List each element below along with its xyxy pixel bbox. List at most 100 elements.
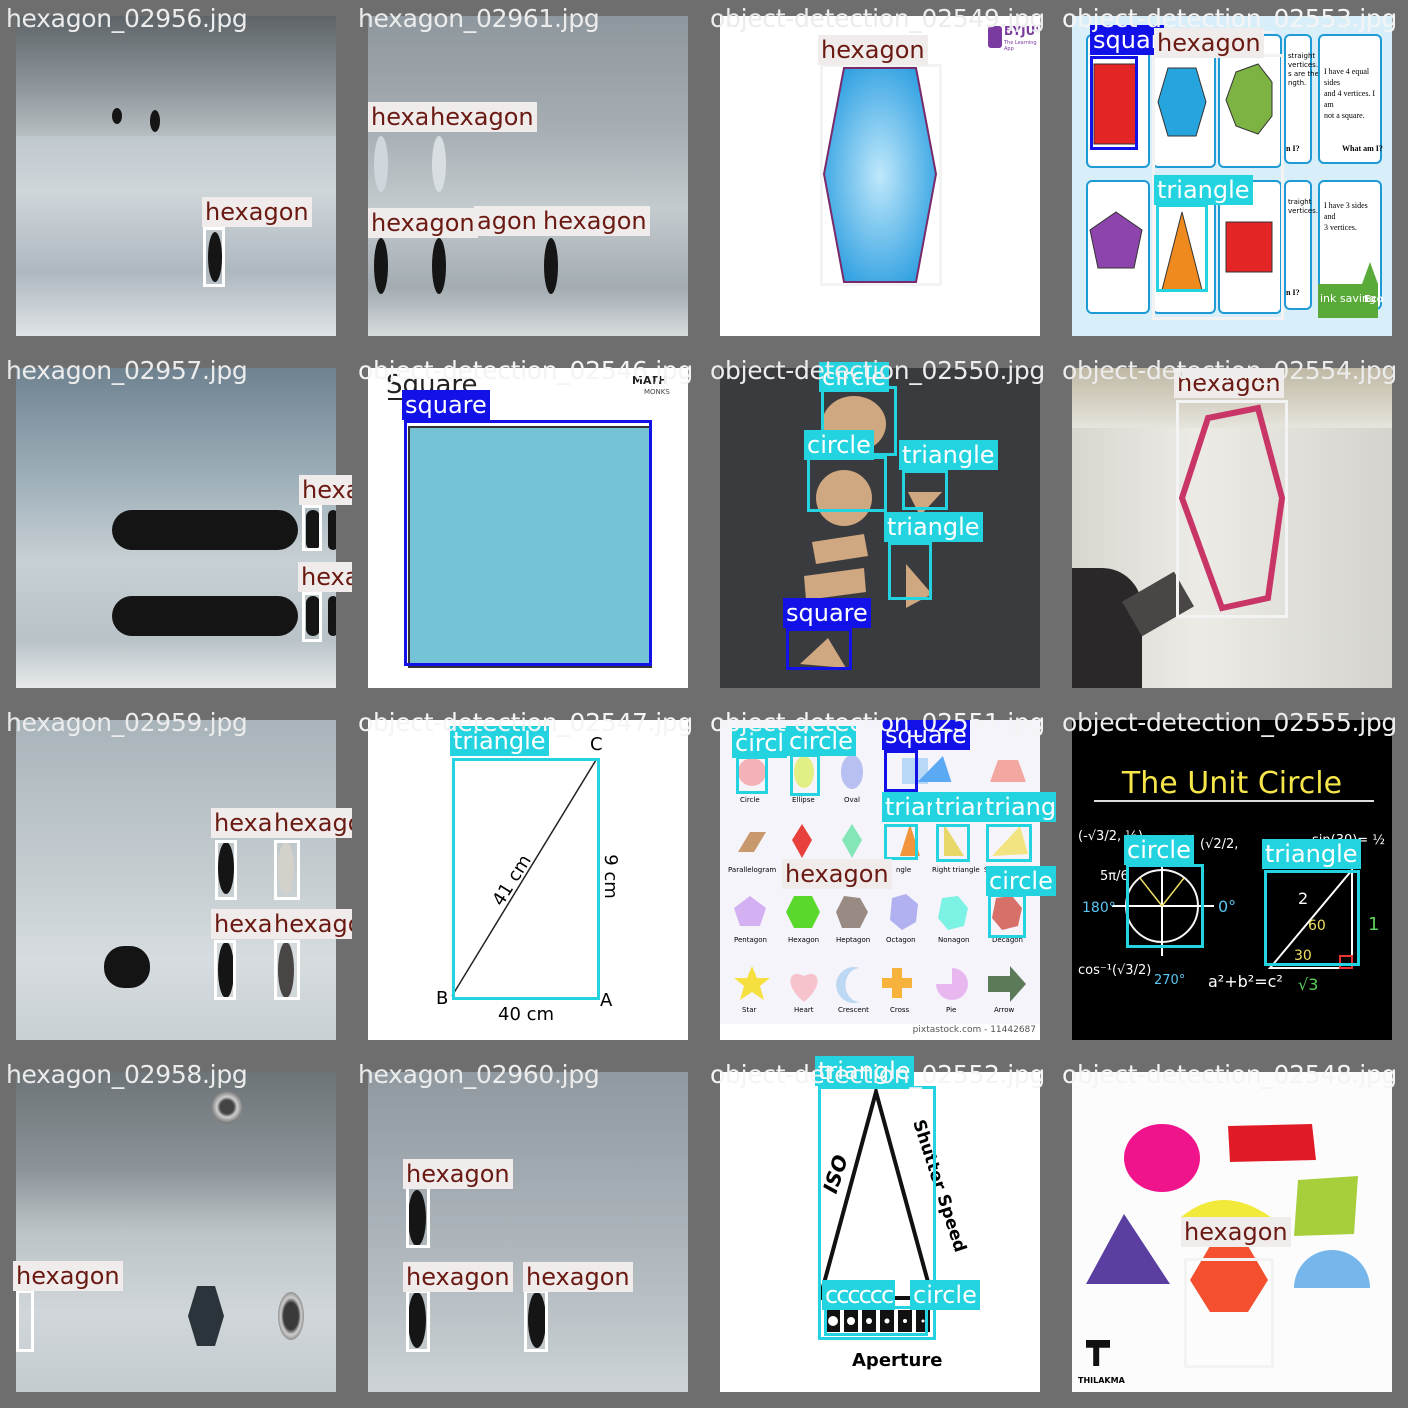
label-circle: cccccc	[822, 1280, 896, 1310]
tile-object-detection-02547: C B A 41 cm 9 cm 40 cm triangle object-d…	[352, 704, 704, 1056]
tile-object-detection-02550: circle circle triangle triangle square o…	[704, 352, 1056, 704]
vertex-b: B	[436, 988, 449, 1009]
vertex-a: A	[600, 990, 613, 1011]
tile-filename: object-detection_02553.jpg	[1062, 4, 1397, 33]
label-hexagon: hexagon	[427, 102, 537, 132]
bbox-circle	[988, 894, 1026, 938]
bbox-hexagon	[406, 1290, 430, 1352]
tile-hexagon-02961: hexa hexagon hexagon agon hexagon hexago…	[352, 0, 704, 352]
tile-filename: object-detection_02550.jpg	[710, 356, 1045, 385]
bbox-triangle	[1264, 870, 1360, 966]
tile-object-detection-02548: THILAKMA hexagon object-detection_02548.…	[1056, 1056, 1408, 1408]
svg-text:(√2/2,: (√2/2,	[1200, 837, 1238, 852]
tile-filename: object-detection_02552.jpg	[710, 1060, 1045, 1089]
label-hexagon: hexagon	[1181, 1217, 1291, 1247]
bbox-hexagon	[274, 940, 300, 1000]
bbox-hexagon	[274, 840, 300, 900]
bbox-triangle	[452, 758, 600, 1000]
tile-hexagon-02960: hexagon hexagon hexagon hexagon_02960.jp…	[352, 1056, 704, 1408]
bbox-square	[786, 628, 852, 670]
svg-text:√3: √3	[1298, 975, 1318, 994]
label-triangle: triangle	[899, 440, 998, 470]
svg-text:0°: 0°	[1218, 897, 1236, 916]
label-triangle: triangle	[982, 792, 1056, 822]
label-hexagon: hexagon	[368, 208, 478, 238]
bbox-hexagon	[1184, 1258, 1274, 1368]
svg-text:180°: 180°	[1082, 900, 1116, 916]
bbox-hexagon	[302, 505, 322, 551]
tile-hexagon-02959: hexa hexagon hexa hexagon hexagon_02959.…	[0, 704, 352, 1056]
bbox-circle	[1126, 864, 1204, 948]
tile-filename: hexagon_02956.jpg	[6, 4, 248, 33]
tile-hexagon-02958: hexagon hexagon_02958.jpg	[0, 1056, 352, 1408]
tile-image	[16, 16, 336, 336]
tile-object-detection-02553: straight vertices. s are the ngth. I hav…	[1056, 0, 1408, 352]
svg-text:cos⁻¹(√3/2): cos⁻¹(√3/2)	[1078, 963, 1151, 978]
label-triangle: triangle	[1154, 175, 1253, 205]
bbox-triangle	[936, 824, 970, 862]
label-hexagon: hexa	[368, 102, 433, 132]
bbox-hexagon	[215, 840, 237, 900]
bbox-hexagon	[16, 1290, 34, 1352]
label-hexagon: hexagon	[403, 1262, 513, 1292]
label-circle: circle	[804, 430, 874, 460]
tile-filename: object-detection_02551.jpg	[710, 708, 1045, 737]
tile-filename: object-detection_02546.jpg	[358, 356, 693, 385]
bbox-triangle	[884, 824, 918, 860]
tile-filename: hexagon_02958.jpg	[6, 1060, 248, 1089]
label-square: square	[783, 598, 871, 628]
label-hexagon: agon	[474, 206, 540, 236]
tile-hexagon-02957: hexagon hexagon hexagon_02957.jpg	[0, 352, 352, 704]
pythagoras-formula: a²+b²=c²	[1208, 972, 1283, 991]
label-circle: circle	[1124, 835, 1194, 865]
tile-object-detection-02554: hexagon object-detection_02554.jpg	[1056, 352, 1408, 704]
tile-filename: object-detection_02549.jpg	[710, 4, 1045, 33]
label-circle: circle	[986, 866, 1056, 896]
side-label: 9 cm	[599, 854, 621, 899]
watermark-text: pixtastock.com - 11442687	[912, 1025, 1036, 1035]
tile-object-detection-02551: Circle Ellipse Oval Parallelogram ngle R…	[704, 704, 1056, 1056]
bbox-hexagon	[203, 227, 225, 287]
label-circle: circle	[910, 1280, 980, 1310]
vertex-c: C	[590, 734, 603, 755]
bbox-triangle	[902, 470, 948, 510]
bbox-square	[404, 420, 652, 666]
label-hexagon: hexagon	[818, 35, 928, 65]
label-hexagon: hexa	[211, 808, 276, 838]
bbox-hexagon	[302, 592, 322, 642]
tile-filename: object-detection_02554.jpg	[1062, 356, 1397, 385]
tile-object-detection-02552: ISO Shutter Speed Aperture triangle cccc…	[704, 1056, 1056, 1408]
label-hexagon: hexagon	[403, 1159, 513, 1189]
tile-image	[368, 16, 688, 336]
logo-subtext: The Learning App	[1004, 40, 1037, 52]
tile-filename: object-detection_02548.jpg	[1062, 1060, 1397, 1089]
bbox-triangle	[986, 824, 1032, 862]
tile-filename: object-detection_02547.jpg	[358, 708, 693, 737]
label-triangle: triangle	[884, 512, 983, 542]
tile-filename: hexagon_02960.jpg	[358, 1060, 600, 1089]
tile-image	[16, 1072, 336, 1392]
label-hexagon: hexagon	[271, 808, 352, 838]
logo-text: THILAKMA	[1078, 1376, 1125, 1385]
label-hexagon: hexagon	[202, 197, 312, 227]
bbox-hexagon	[214, 940, 236, 1000]
bbox-square	[884, 750, 918, 792]
tile-object-detection-02546: Square MATH MONKS square object-detectio…	[352, 352, 704, 704]
bbox-triangle	[888, 542, 932, 600]
label-square: square	[402, 390, 490, 420]
label-hexagon: hexagon	[13, 1261, 123, 1291]
label-hexagon: hexagon	[782, 859, 892, 889]
base-label: 40 cm	[498, 1004, 555, 1025]
label-hexagon: hexagon	[271, 909, 352, 939]
svg-text:5π/6: 5π/6	[1100, 869, 1129, 884]
label-triangle: triangle	[1262, 839, 1361, 869]
label-triangle: triar	[882, 792, 939, 822]
svg-text:270°: 270°	[1154, 973, 1185, 988]
tile-image	[16, 368, 336, 688]
bbox-hexagon	[820, 64, 942, 286]
bbox-circle	[790, 754, 820, 796]
tile-object-detection-02549: BYJU'S The Learning App hexagon object-d…	[704, 0, 1056, 352]
bbox-triangle	[1156, 204, 1208, 292]
label-hexagon: hexagon	[298, 562, 352, 592]
bbox-hexagon	[524, 1290, 548, 1352]
